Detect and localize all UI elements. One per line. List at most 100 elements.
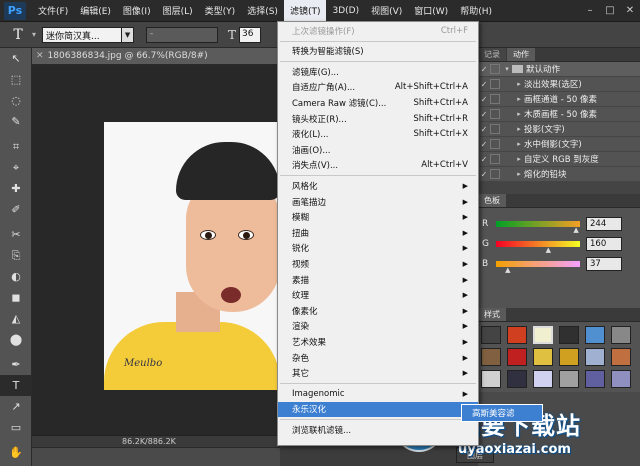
canvas-area[interactable]: Meulbo — [32, 65, 280, 435]
font-family-field[interactable]: 迷你简汉真... — [42, 26, 123, 43]
filter-menu-item[interactable]: 转换为智能滤镜(S) — [278, 44, 478, 59]
tool-17-icon[interactable]: ▭ — [0, 417, 32, 438]
style-swatch[interactable] — [559, 348, 579, 366]
close-icon[interactable]: ✕ — [620, 3, 640, 19]
expand-icon[interactable]: ▸ — [514, 110, 524, 118]
action-row[interactable]: ✓ ▸ 自定义 RGB 到灰度 — [478, 152, 640, 167]
filter-menu-item[interactable]: 像素化 ▶ — [278, 303, 478, 318]
style-swatch[interactable] — [507, 348, 527, 366]
expand-icon[interactable]: ▸ — [514, 140, 524, 148]
tool-11-icon[interactable]: ◼ — [0, 287, 32, 308]
style-swatch[interactable] — [611, 348, 631, 366]
tool-5-icon[interactable]: ⌖ — [0, 157, 32, 178]
style-swatch[interactable] — [585, 348, 605, 366]
menu-item-5[interactable]: 选择(S) — [241, 0, 284, 22]
tool-12-icon[interactable]: ◭ — [0, 308, 32, 329]
filter-menu-item[interactable]: 永乐汉化▶ — [278, 401, 478, 417]
tool-preset-dropdown[interactable]: ▾ — [32, 30, 36, 39]
tab-styles[interactable]: 样式 — [478, 308, 506, 321]
slider-thumb-icon[interactable]: ▲ — [546, 247, 552, 254]
filter-menu-item[interactable]: 渲染 ▶ — [278, 319, 478, 334]
filter-menu-item[interactable]: 杂色 ▶ — [278, 350, 478, 365]
filter-menu-item[interactable]: 画笔描边 ▶ — [278, 194, 478, 209]
filter-menu-item[interactable]: 消失点(V)... Alt+Ctrl+V — [278, 158, 478, 173]
style-swatch[interactable] — [481, 326, 501, 344]
filter-menu-item[interactable]: 滤镜库(G)... — [278, 64, 478, 79]
dialog-toggle-box[interactable] — [490, 154, 500, 164]
action-row[interactable]: ✓ ▸ 投影(文字) — [478, 122, 640, 137]
menu-item-9[interactable]: 窗口(W) — [408, 0, 454, 22]
action-row[interactable]: ✓ ▸ 水中倒影(文字) — [478, 137, 640, 152]
expand-icon[interactable]: ▸ — [514, 125, 524, 133]
action-row[interactable]: ✓ ▸ 画框通道 - 50 像素 — [478, 92, 640, 107]
check-icon[interactable]: ✓ — [478, 125, 490, 134]
submenu-item[interactable]: 高斯美容滤 — [461, 404, 543, 422]
tab-actions-0[interactable]: 记录 — [478, 48, 506, 61]
tool-7-icon[interactable]: ✐ — [0, 199, 32, 220]
filter-menu-item[interactable]: 锐化 ▶ — [278, 241, 478, 256]
dialog-toggle-box[interactable] — [490, 79, 500, 89]
collapse-icon[interactable]: ▾ — [502, 65, 512, 73]
tool-10-icon[interactable]: ◐ — [0, 266, 32, 287]
filter-menu-item[interactable]: 素描 ▶ — [278, 272, 478, 287]
style-swatch[interactable] — [559, 370, 579, 388]
filter-menu-item[interactable]: 艺术效果 ▶ — [278, 334, 478, 349]
dialog-toggle-box[interactable] — [490, 109, 500, 119]
tool-13-icon[interactable]: ⬤ — [0, 329, 32, 350]
filter-menu-item[interactable]: 镜头校正(R)... Shift+Ctrl+R — [278, 111, 478, 126]
menu-item-4[interactable]: 类型(Y) — [199, 0, 242, 22]
style-swatch[interactable] — [507, 326, 527, 344]
check-icon[interactable]: ✓ — [478, 140, 490, 149]
filter-menu-item[interactable]: 液化(L)... Shift+Ctrl+X — [278, 127, 478, 142]
tool-16-icon[interactable]: ↗ — [0, 396, 32, 417]
tool-8-icon[interactable]: ✂ — [0, 224, 32, 245]
style-swatch[interactable] — [481, 370, 501, 388]
menu-item-2[interactable]: 图像(I) — [117, 0, 157, 22]
filter-menu-item[interactable]: 扭曲 ▶ — [278, 225, 478, 240]
filter-menu-item[interactable]: 风格化 ▶ — [278, 178, 478, 193]
check-icon[interactable]: ✓ — [478, 65, 490, 74]
style-swatch[interactable] — [585, 326, 605, 344]
slider-thumb-icon[interactable]: ▲ — [505, 267, 511, 274]
menu-item-3[interactable]: 图层(L) — [157, 0, 199, 22]
channel-value-field[interactable]: 160 — [586, 237, 622, 251]
expand-icon[interactable]: ▸ — [514, 170, 524, 178]
channel-slider[interactable]: ▲ — [496, 261, 580, 274]
tool-2-icon[interactable]: ◌ — [0, 90, 32, 111]
tab-actions-1[interactable]: 动作 — [507, 48, 535, 61]
channel-slider[interactable]: ▲ — [496, 241, 580, 254]
style-swatch[interactable] — [507, 370, 527, 388]
font-style-field[interactable]: - — [146, 26, 219, 43]
tool-4-icon[interactable]: ⌗ — [0, 136, 32, 157]
dialog-toggle-box[interactable] — [490, 124, 500, 134]
menu-item-10[interactable]: 帮助(H) — [454, 0, 498, 22]
dialog-toggle-box[interactable] — [490, 94, 500, 104]
style-swatch[interactable] — [585, 370, 605, 388]
font-size-field[interactable]: 36 — [239, 26, 262, 43]
tool-9-icon[interactable]: ⎘ — [0, 245, 32, 266]
tab-swatches[interactable]: 色板 — [478, 194, 506, 207]
tool-14-icon[interactable]: ✒ — [0, 354, 32, 375]
style-swatch[interactable] — [481, 348, 501, 366]
expand-icon[interactable]: ▸ — [514, 80, 524, 88]
filter-menu-item[interactable]: 其它 ▶ — [278, 366, 478, 381]
style-swatch[interactable] — [559, 326, 579, 344]
filter-menu-item[interactable]: Imagenomic ▶ — [278, 386, 478, 401]
style-swatch[interactable] — [611, 326, 631, 344]
document-tab[interactable]: ✕ 1806386834.jpg @ 66.7%(RGB/8#) — [32, 48, 280, 65]
close-tab-icon[interactable]: ✕ — [36, 51, 44, 61]
check-icon[interactable]: ✓ — [478, 110, 490, 119]
tool-0-icon[interactable]: ↖ — [0, 48, 32, 69]
menu-item-1[interactable]: 编辑(E) — [74, 0, 117, 22]
dialog-toggle-box[interactable] — [490, 169, 500, 179]
tool-18-icon[interactable]: ✋ — [0, 442, 32, 463]
expand-icon[interactable]: ▸ — [514, 155, 524, 163]
tool-6-icon[interactable]: ✚ — [0, 178, 32, 199]
text-tool-icon[interactable]: T — [4, 24, 32, 46]
filter-menu-item[interactable]: 自适应广角(A)... Alt+Shift+Ctrl+A — [278, 80, 478, 95]
filter-menu-item[interactable]: Camera Raw 滤镜(C)... Shift+Ctrl+A — [278, 95, 478, 110]
filter-menu-item[interactable]: 模糊 ▶ — [278, 210, 478, 225]
check-icon[interactable]: ✓ — [478, 80, 490, 89]
menu-item-7[interactable]: 3D(D) — [326, 0, 365, 22]
tool-15-icon[interactable]: T — [0, 375, 32, 396]
